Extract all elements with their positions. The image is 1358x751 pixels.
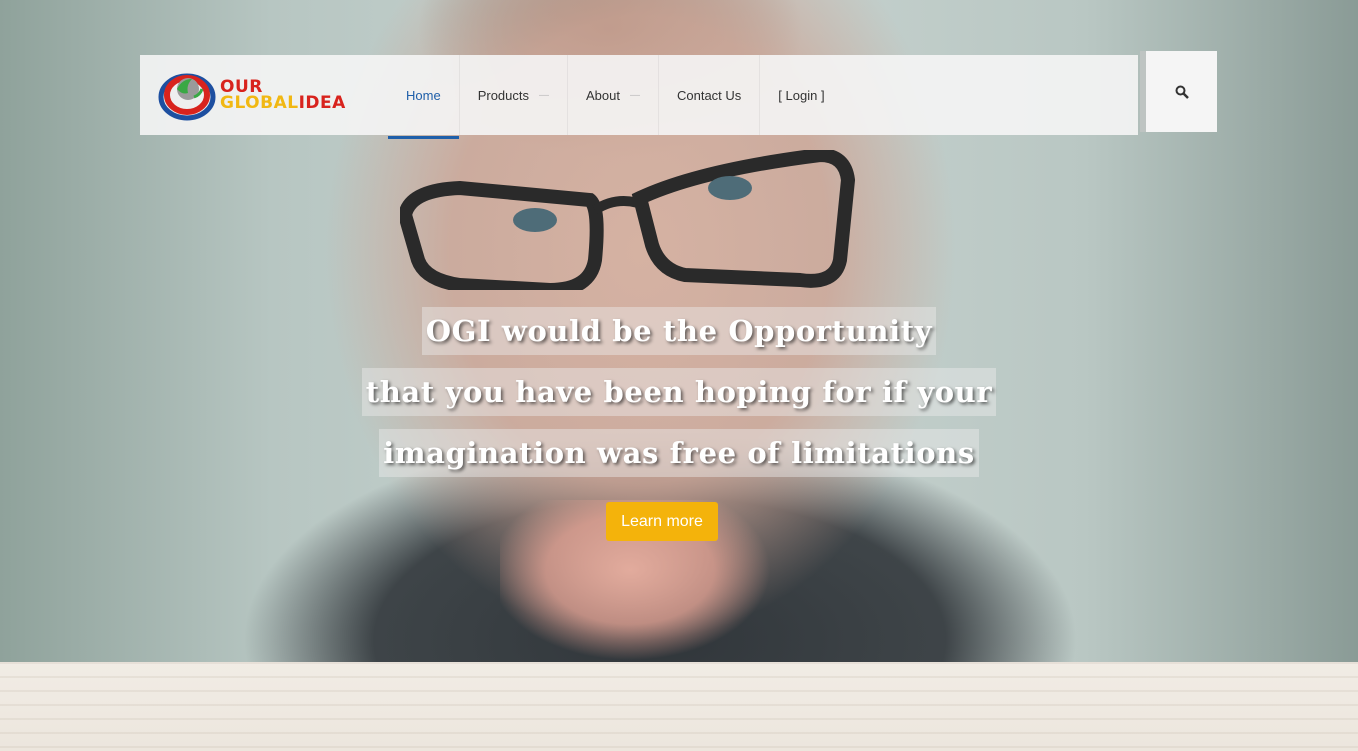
hero-headline-line-2: that you have been hoping for if your bbox=[361, 368, 997, 416]
nav-label-about: About bbox=[586, 87, 620, 103]
nav-item-products[interactable]: Products — bbox=[460, 55, 568, 135]
nav-item-home[interactable]: Home bbox=[388, 55, 460, 139]
main-nav: Home Products — About — Contact Us [ Log… bbox=[388, 55, 843, 139]
hero-headline-line-1: OGI would be the Opportunity bbox=[421, 307, 937, 355]
wood-floor-band bbox=[0, 662, 1358, 751]
site-header: OUR GLOBALIDEA Home Products — About — C… bbox=[140, 55, 1138, 139]
nav-item-login[interactable]: [ Login ] bbox=[760, 55, 842, 135]
globe-logo-icon bbox=[158, 73, 216, 121]
hero-headline: OGI would be the Opportunity that you ha… bbox=[0, 307, 1358, 490]
site-logo[interactable]: OUR GLOBALIDEA bbox=[158, 69, 363, 121]
nav-item-contact[interactable]: Contact Us bbox=[659, 55, 761, 135]
search-icon bbox=[1175, 85, 1189, 99]
logo-word-idea: IDEA bbox=[298, 93, 346, 113]
nav-label-products: Products bbox=[477, 87, 529, 103]
dropdown-caret-icon: — bbox=[629, 89, 640, 101]
logo-word-global: GLOBAL bbox=[220, 93, 299, 113]
nav-label-login: [ Login ] bbox=[778, 87, 825, 103]
search-button[interactable] bbox=[1146, 51, 1217, 132]
logo-wordmark: OUR GLOBALIDEA bbox=[220, 79, 346, 113]
nav-item-about[interactable]: About — bbox=[568, 55, 659, 135]
logo-line-globalidea: GLOBALIDEA bbox=[220, 93, 346, 113]
glasses-illustration bbox=[400, 150, 855, 290]
learn-more-button[interactable]: Learn more bbox=[606, 502, 718, 541]
nav-label-home: Home bbox=[406, 87, 441, 103]
hero-headline-line-3: imagination was free of limitations bbox=[379, 429, 979, 477]
dropdown-caret-icon: — bbox=[539, 89, 549, 101]
nav-label-contact: Contact Us bbox=[676, 87, 742, 103]
